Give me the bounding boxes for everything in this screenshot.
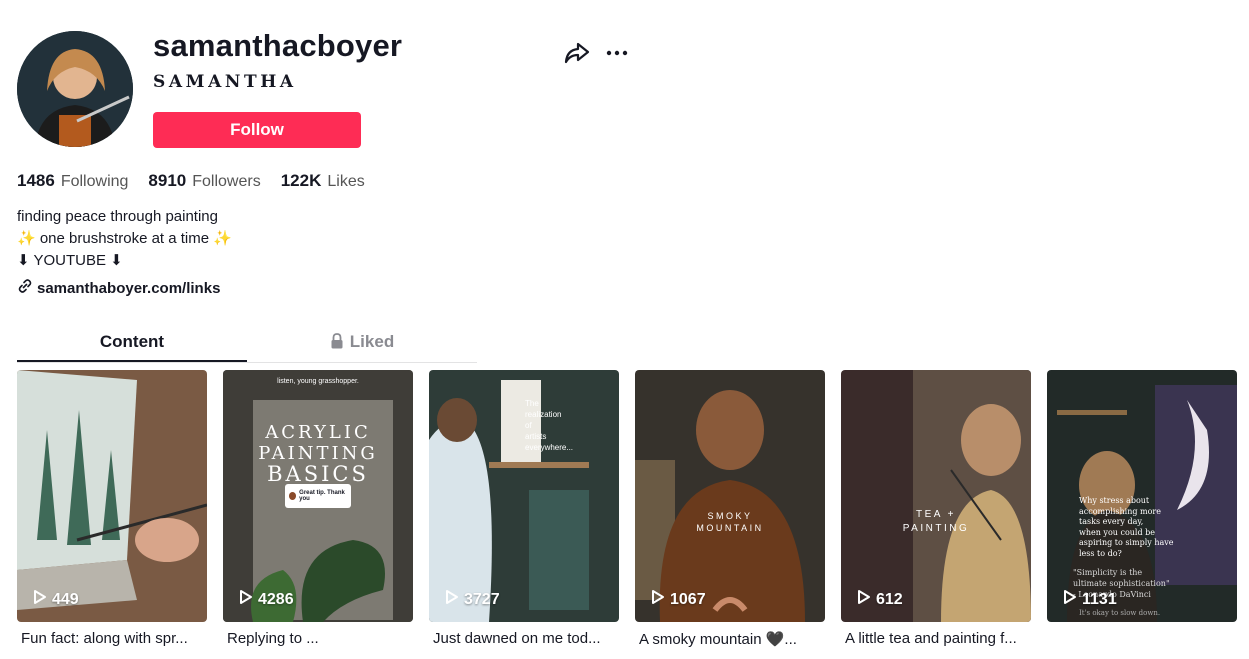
- overlay-title-line: BASICS: [267, 462, 369, 486]
- tab-content[interactable]: Content: [17, 326, 247, 362]
- video-grid: 449 Fun fact: along with spr... listen, …: [17, 370, 1237, 648]
- video-thumbnail[interactable]: 449: [17, 370, 207, 622]
- overlay-line: SMOKY: [707, 511, 753, 521]
- overlay-footnote: It's okay to slow down.: [1079, 609, 1161, 617]
- bio-line: ✨ one brushstroke at a time ✨: [17, 230, 232, 247]
- comment-avatar: [289, 492, 297, 500]
- play-icon: [651, 589, 665, 610]
- overlay-line: ultimate sophistication": [1073, 579, 1170, 588]
- lock-icon: [330, 328, 344, 360]
- profile-tabs: Content Liked: [17, 326, 477, 363]
- view-count-value: 3727: [464, 590, 500, 608]
- stat-likes: 122K Likes: [281, 171, 365, 191]
- stat-followers[interactable]: 8910 Followers: [148, 171, 260, 191]
- view-count: 1131: [1063, 589, 1117, 610]
- stat-label: Followers: [192, 173, 261, 190]
- stat-following[interactable]: 1486 Following: [17, 171, 128, 191]
- stat-value: 122K: [280, 171, 322, 190]
- bio-line: finding peace through painting: [17, 208, 218, 225]
- video-caption[interactable]: A little tea and painting f...: [841, 630, 1029, 647]
- overlay-text: The realization of artists everywhere...: [525, 398, 573, 453]
- overlay-line: when you could be: [1079, 527, 1155, 537]
- overlay-top-text: listen, young grasshopper.: [277, 378, 359, 385]
- video-card[interactable]: Why stress about accomplishing more task…: [1047, 370, 1237, 648]
- overlay-line: TEA +: [915, 509, 956, 520]
- video-card[interactable]: TEA + PAINTING 612 A little tea and pain…: [841, 370, 1031, 648]
- overlay-line: artists: [525, 432, 547, 441]
- overlay-line: Why stress about: [1079, 496, 1150, 505]
- video-caption[interactable]: Replying to ...: [223, 630, 411, 647]
- link-icon: [17, 278, 33, 298]
- view-count-value: 449: [52, 590, 79, 608]
- username: samanthacboyer: [153, 28, 403, 63]
- comment-text: Great tip. Thank you: [299, 490, 345, 502]
- overlay-line: MOUNTAIN: [696, 523, 764, 533]
- overlay-line: aspiring to simply have: [1079, 538, 1174, 547]
- bio: finding peace through painting ✨ one bru…: [17, 206, 232, 272]
- view-count-value: 4286: [258, 590, 294, 608]
- video-card[interactable]: SMOKY MOUNTAIN 1067 A smoky mountain 🖤..…: [635, 370, 825, 648]
- overlay-text: SMOKY MOUNTAIN: [635, 510, 825, 534]
- video-thumbnail[interactable]: listen, young grasshopper. ACRYLIC PAINT…: [223, 370, 413, 622]
- stat-label: Likes: [327, 173, 365, 190]
- overlay-text: Why stress about accomplishing more task…: [1079, 496, 1174, 559]
- overlay-title: ACRYLIC PAINTING BASICS: [223, 422, 413, 485]
- play-icon: [33, 589, 47, 610]
- follow-button[interactable]: Follow: [153, 112, 361, 148]
- video-thumbnail[interactable]: The realization of artists everywhere...…: [429, 370, 619, 622]
- tab-liked[interactable]: Liked: [247, 326, 477, 360]
- video-thumbnail[interactable]: SMOKY MOUNTAIN 1067: [635, 370, 825, 622]
- overlay-title-line: PAINTING: [258, 443, 378, 464]
- video-caption[interactable]: Fun fact: along with spr...: [17, 630, 205, 647]
- video-card[interactable]: listen, young grasshopper. ACRYLIC PAINT…: [223, 370, 413, 648]
- play-icon: [857, 589, 871, 610]
- video-card[interactable]: The realization of artists everywhere...…: [429, 370, 619, 648]
- play-icon: [445, 589, 459, 610]
- overlay-line: accomplishing more: [1079, 506, 1161, 516]
- bio-line: ⬇ YOUTUBE ⬇: [17, 252, 123, 269]
- view-count-value: 1067: [670, 590, 706, 608]
- overlay-line: less to do?: [1079, 548, 1122, 558]
- display-name: SAMANTHA: [153, 72, 297, 92]
- view-count: 3727: [445, 589, 500, 610]
- overlay-title-line: ACRYLIC: [265, 422, 371, 443]
- view-count: 4286: [239, 589, 294, 610]
- profile-link-text: samanthaboyer.com/links: [37, 279, 221, 297]
- stat-value: 8910: [148, 171, 187, 190]
- play-icon: [1063, 589, 1077, 610]
- overlay-line: everywhere...: [525, 443, 574, 452]
- view-count: 449: [33, 589, 79, 610]
- view-count-value: 1131: [1082, 590, 1117, 608]
- comment-bubble: Great tip. Thank you: [285, 484, 351, 508]
- overlay-line: The: [525, 399, 539, 408]
- overlay-line: PAINTING: [902, 523, 970, 534]
- overlay-text: TEA + PAINTING: [841, 508, 1031, 536]
- tab-liked-label: Liked: [349, 332, 395, 351]
- video-thumbnail[interactable]: Why stress about accomplishing more task…: [1047, 370, 1237, 622]
- overlay-line: of: [525, 421, 532, 430]
- overlay-line: realization: [525, 410, 562, 419]
- overlay-line: "Simplicity is the: [1073, 568, 1143, 577]
- stat-value: 1486: [17, 171, 55, 190]
- profile-avatar: [17, 31, 133, 147]
- overlay-line: tasks every day,: [1079, 517, 1144, 526]
- more-options-icon[interactable]: [603, 40, 631, 66]
- play-icon: [239, 589, 253, 610]
- video-thumbnail[interactable]: TEA + PAINTING 612: [841, 370, 1031, 622]
- profile-link[interactable]: samanthaboyer.com/links: [17, 278, 220, 298]
- view-count-value: 612: [876, 590, 903, 608]
- video-caption[interactable]: A smoky mountain 🖤...: [635, 630, 823, 648]
- stat-label: Following: [60, 173, 129, 190]
- share-icon[interactable]: [563, 40, 591, 66]
- profile-stats: 1486 Following 8910 Followers 122K Likes: [17, 171, 365, 191]
- view-count: 1067: [651, 589, 706, 610]
- view-count: 612: [857, 589, 903, 610]
- video-card[interactable]: 449 Fun fact: along with spr...: [17, 370, 207, 648]
- video-caption[interactable]: Just dawned on me tod...: [429, 630, 617, 647]
